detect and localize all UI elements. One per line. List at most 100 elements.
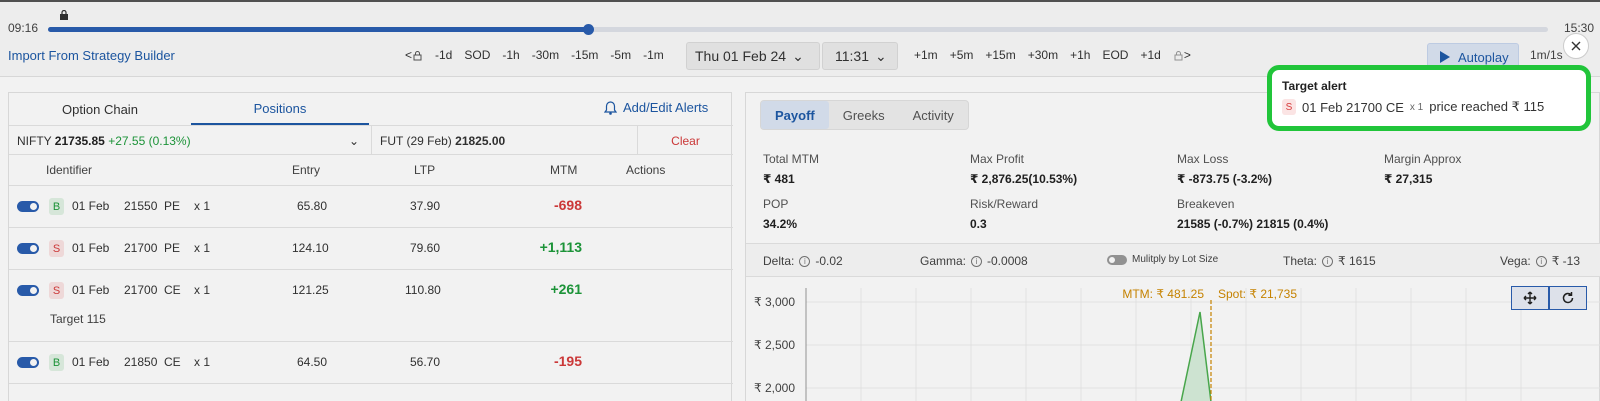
nifty-change: +27.55 (0.13%) — [108, 134, 191, 148]
step-back-locked-button[interactable]: < — [405, 48, 423, 62]
step-sod[interactable]: SOD — [464, 48, 490, 62]
positions-table-header: Identifier Entry LTP MTM Actions — [9, 155, 733, 185]
reset-button[interactable] — [1549, 286, 1587, 310]
chevron-down-icon[interactable]: ⌄ — [349, 134, 359, 148]
tab-payoff[interactable]: Payoff — [761, 101, 829, 129]
chevron-down-icon: ⌄ — [792, 47, 804, 64]
time-picker[interactable]: 11:31 ⌄ — [822, 42, 898, 70]
option-type: CE — [164, 283, 181, 297]
header-actions: Actions — [626, 163, 666, 177]
quantity: x 1 — [194, 241, 211, 255]
theta-label: Theta: — [1283, 254, 1318, 268]
stat-label: POP — [763, 197, 789, 211]
info-icon[interactable]: i — [1535, 255, 1547, 267]
target-alert-toast: Target alert S 01 Feb 21700 CE x 1 price… — [1267, 65, 1591, 131]
target-label: Target — [50, 312, 84, 326]
step-plus-1d[interactable]: +1d — [1140, 48, 1160, 62]
tab-activity[interactable]: Activity — [899, 101, 968, 129]
greek-gamma: Gamma: i -0.0008 — [920, 254, 1028, 268]
step-minus-1h[interactable]: -1h — [502, 48, 519, 62]
stat-max-profit: Max Profit ₹ 2,876.25(10.53%) — [970, 152, 1077, 186]
fut-label: FUT (29 Feb) — [380, 133, 452, 148]
nifty-quote[interactable]: NIFTY 21735.85 +27.55 (0.13%) — [17, 134, 191, 148]
lock-icon — [60, 10, 68, 20]
multiply-lot-size-toggle[interactable]: Mulitply by Lot Size — [1107, 254, 1218, 265]
payoff-area — [1181, 312, 1211, 401]
info-icon[interactable]: i — [799, 255, 811, 267]
pan-button[interactable] — [1511, 286, 1549, 310]
strike: 21550 — [124, 199, 158, 213]
left-tabs: Option Chain Positions Add/Edit Alerts — [9, 93, 733, 125]
play-icon — [1440, 51, 1450, 63]
side-badge: S — [49, 282, 64, 299]
chart-controls — [1511, 286, 1587, 310]
position-toggle[interactable] — [17, 243, 39, 254]
stat-value: ₹ 2,876.25(10.53%) — [970, 172, 1078, 186]
autoplay-label: Autoplay — [1458, 49, 1509, 65]
toast-instrument: 01 Feb 21700 CE — [1302, 99, 1404, 115]
add-edit-alerts-link[interactable]: Add/Edit Alerts — [604, 100, 708, 115]
stat-pop: POP 34.2% — [763, 197, 797, 231]
step-eod[interactable]: EOD — [1102, 48, 1128, 62]
option-type: CE — [164, 355, 181, 369]
toggle-switch[interactable] — [1107, 254, 1127, 265]
step-minus-5m[interactable]: -5m — [610, 48, 631, 62]
position-toggle[interactable] — [17, 357, 39, 368]
stat-value: ₹ 27,315 — [1384, 172, 1433, 186]
step-minus-1d[interactable]: -1d — [435, 48, 452, 62]
mtm-marker-label: MTM: ₹ 481.25 — [1122, 287, 1204, 301]
side-badge: S — [49, 240, 64, 257]
step-plus-5m[interactable]: +5m — [950, 48, 974, 62]
timeline-slider[interactable] — [48, 24, 1548, 35]
speed-selector[interactable]: 1m/1s — [1530, 48, 1563, 62]
ltp: 37.90 — [410, 199, 441, 213]
table-row: B 01 Feb 21850 CE x 1 64.50 56.70 -195 — [9, 341, 733, 383]
stat-label: Max Profit — [970, 152, 1025, 166]
side-badge: S — [1282, 99, 1296, 115]
step-minus-15m[interactable]: -15m — [571, 48, 598, 62]
mtm-value: -195 — [553, 353, 582, 369]
tab-option-chain[interactable]: Option Chain — [9, 93, 191, 125]
step-plus-30m[interactable]: +30m — [1028, 48, 1058, 62]
greeks-row: Delta: i -0.02 Gamma: i -0.0008 Mulitply… — [746, 243, 1600, 277]
theta-value: ₹ 1615 — [1338, 254, 1376, 268]
close-toast-button[interactable] — [1563, 33, 1589, 59]
toast-qty: x 1 — [1409, 101, 1424, 113]
step-plus-15m[interactable]: +15m — [985, 48, 1015, 62]
tab-positions[interactable]: Positions — [191, 93, 369, 125]
stat-label: Breakeven — [1177, 197, 1235, 211]
vega-value: ₹ -13 — [1551, 254, 1581, 268]
lock-icon — [1174, 51, 1183, 61]
info-icon[interactable]: i — [1322, 255, 1334, 267]
step-minus-30m[interactable]: -30m — [532, 48, 559, 62]
stat-value: ₹ 481 — [763, 172, 795, 186]
header-mtm: MTM — [550, 163, 578, 177]
entry-price: 124.10 — [292, 241, 329, 255]
positions-panel: Option Chain Positions Add/Edit Alerts N… — [8, 92, 733, 401]
step-minus-1m[interactable]: -1m — [643, 48, 664, 62]
tab-greeks[interactable]: Greeks — [829, 101, 899, 129]
target-note: Target 115 — [50, 312, 106, 326]
step-plus-1h[interactable]: +1h — [1070, 48, 1090, 62]
target-value: 115 — [86, 312, 106, 326]
step-plus-1m[interactable]: +1m — [914, 48, 938, 62]
spot-marker-label: Spot: ₹ 21,735 — [1218, 287, 1297, 301]
position-toggle[interactable] — [17, 201, 39, 212]
info-icon[interactable]: i — [971, 255, 983, 267]
delta-value: -0.02 — [815, 254, 843, 268]
import-from-strategy-builder-link[interactable]: Import From Strategy Builder — [8, 48, 175, 63]
strike: 21700 — [124, 283, 158, 297]
step-forward-locked-button[interactable]: > — [1173, 48, 1191, 62]
date-picker[interactable]: Thu 01 Feb 24 ⌄ — [686, 42, 820, 70]
analysis-panel: Payoff Greeks Activity Total MTM ₹ 481 M… — [745, 92, 1600, 401]
table-row: B 01 Feb 21550 PE x 1 65.80 37.90 -698 — [9, 185, 733, 227]
y-tick-label: ₹ 2,000 — [754, 381, 795, 395]
toast-body: S 01 Feb 21700 CE x 1 price reached ₹ 11… — [1282, 99, 1576, 115]
bell-icon — [604, 100, 617, 115]
clear-button[interactable]: Clear — [637, 126, 733, 155]
header-entry: Entry — [292, 163, 321, 177]
expiry: 01 Feb — [72, 199, 110, 213]
position-toggle[interactable] — [17, 285, 39, 296]
timeline-handle[interactable] — [583, 24, 594, 35]
timeline-start-time: 09:16 — [8, 21, 39, 35]
